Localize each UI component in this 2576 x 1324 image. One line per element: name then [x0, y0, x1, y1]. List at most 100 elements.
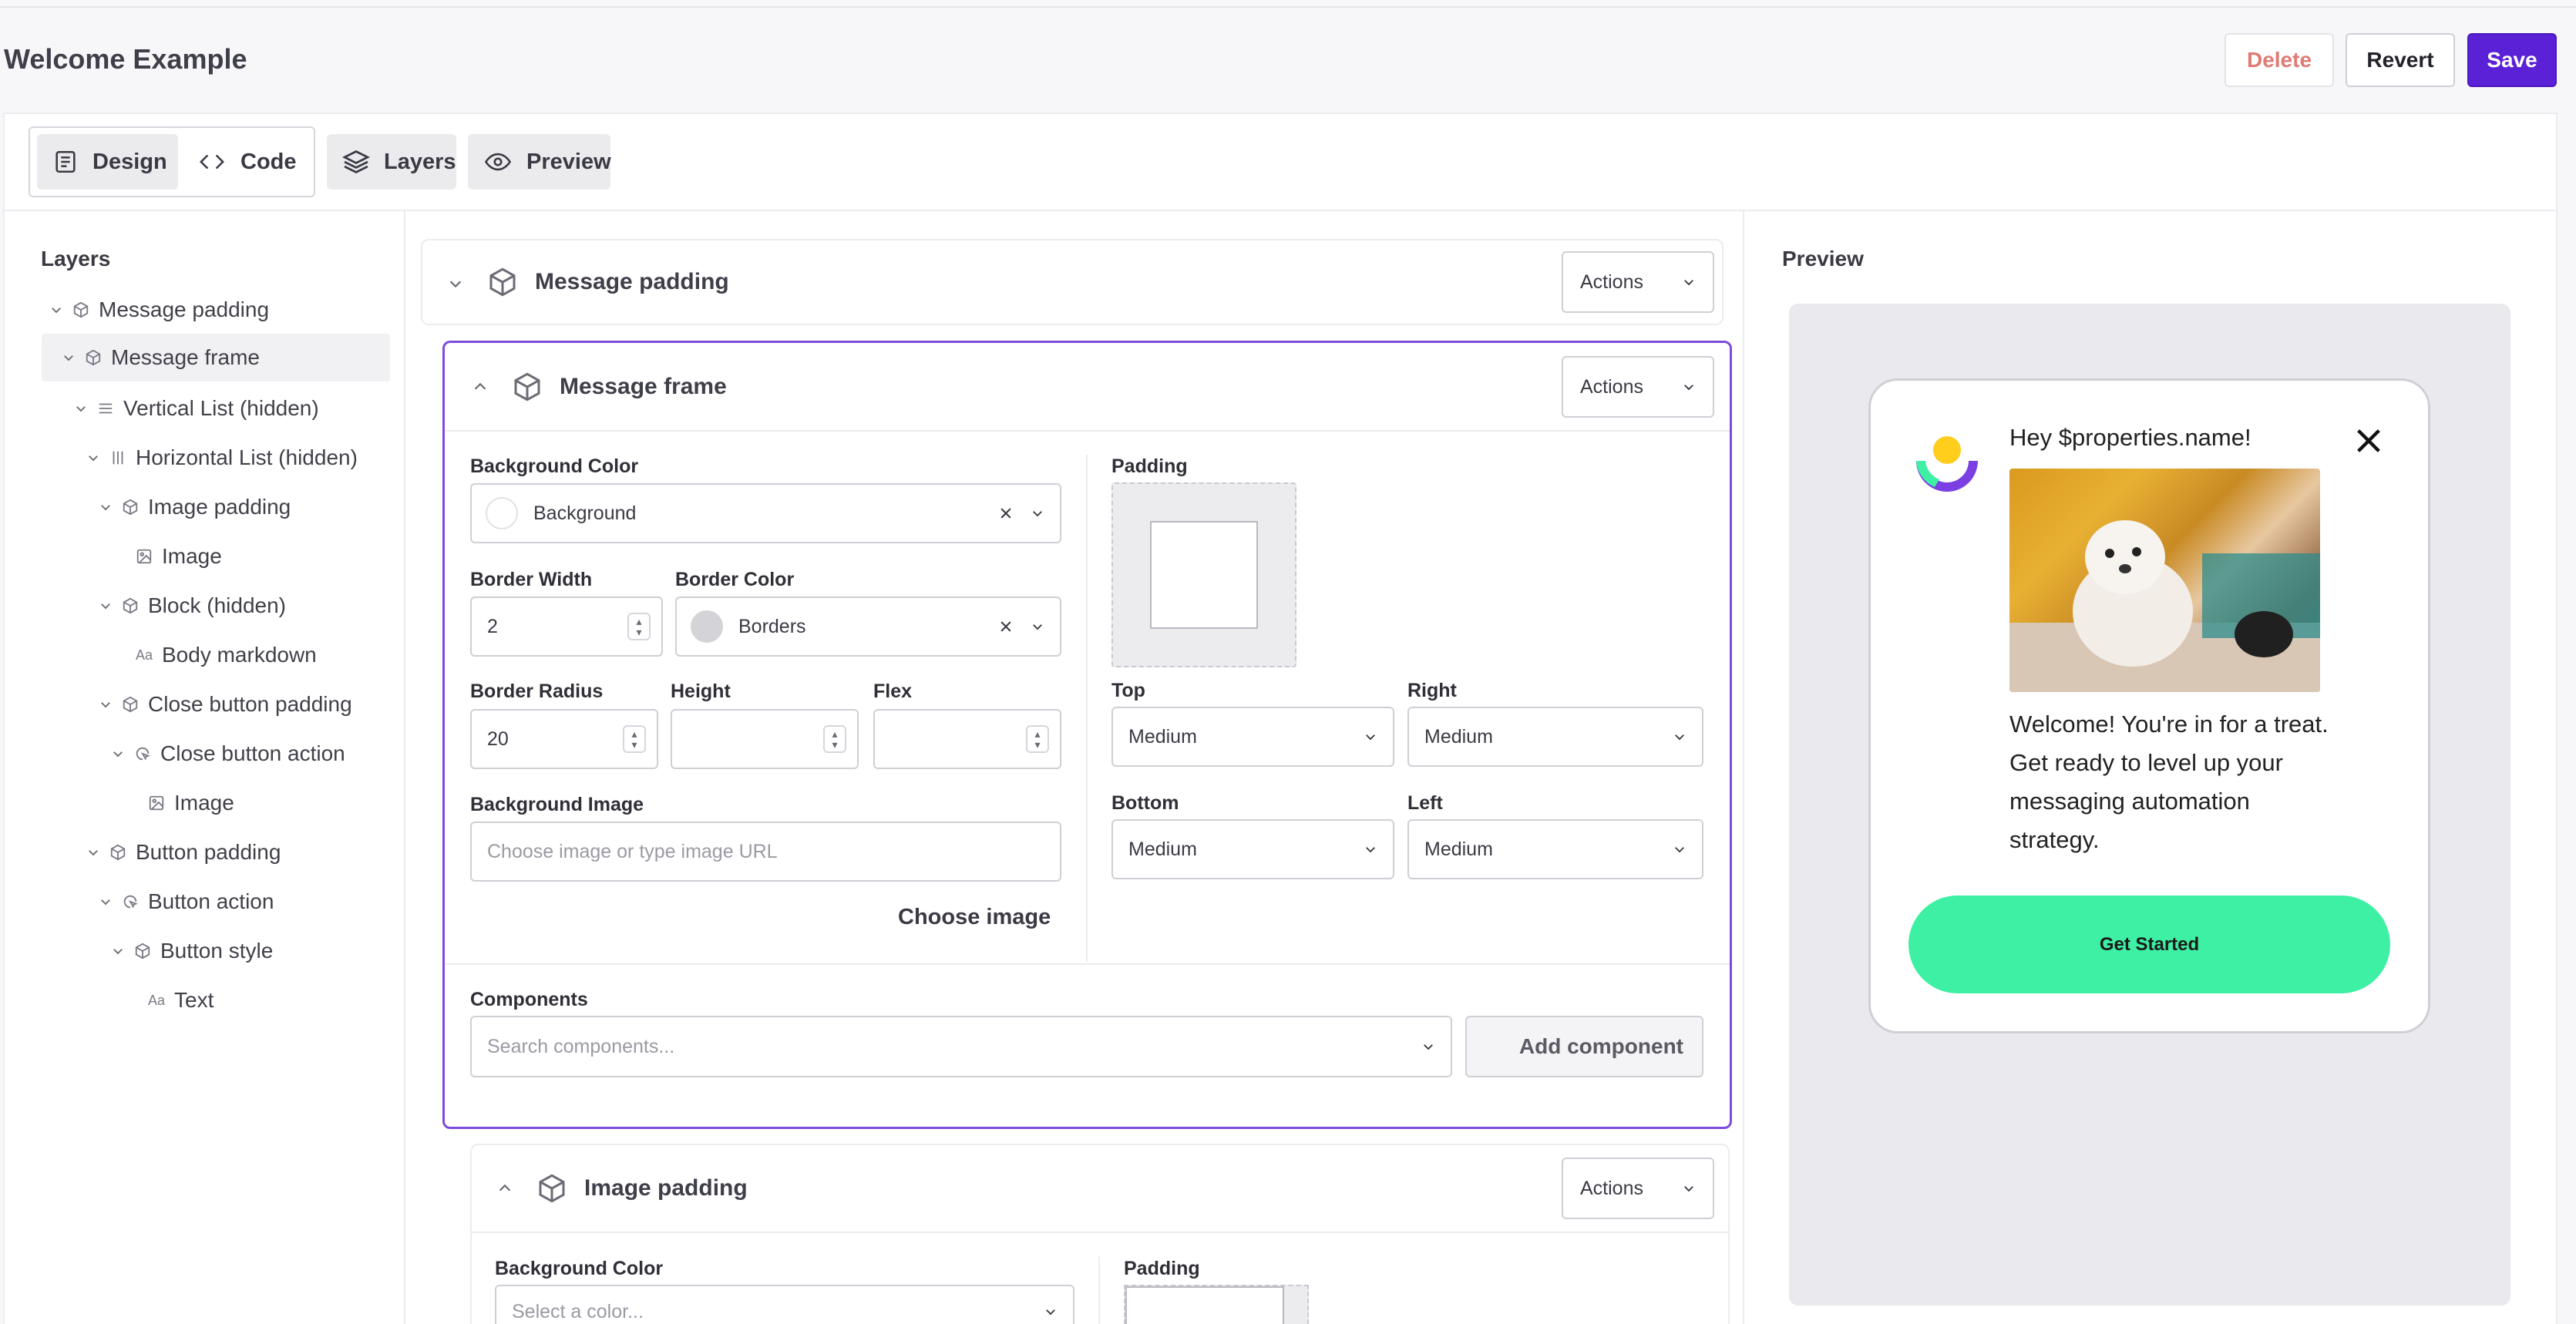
chevron-up-icon[interactable] [496, 1180, 513, 1197]
bottom-select[interactable]: Medium [1111, 819, 1394, 879]
stepper-icon[interactable]: ▴ ▾ [823, 725, 846, 753]
layer-button-style[interactable]: Button style [111, 927, 273, 975]
actions-dropdown[interactable]: Actions [1562, 356, 1714, 418]
choose-image-button[interactable]: Choose image [898, 905, 1051, 930]
chevron-down-icon[interactable] [99, 895, 113, 909]
bg-color-label: Background Color [470, 455, 639, 477]
clear-icon[interactable] [998, 619, 1014, 634]
layer-image-padding[interactable]: Image padding [99, 483, 291, 531]
preview-body: Welcome! You're in for a treat. Get read… [2009, 711, 2329, 853]
chevron-down-icon[interactable] [99, 697, 113, 711]
chevron-down-icon[interactable] [111, 944, 125, 958]
layer-text[interactable]: Aa Text [148, 976, 214, 1024]
layer-label: Button padding [136, 840, 281, 864]
cube-icon [85, 349, 102, 366]
revert-button[interactable]: Revert [2346, 33, 2455, 87]
get-started-button[interactable]: Get Started [1908, 896, 2390, 993]
height-input[interactable]: ▴ ▾ [671, 709, 859, 769]
chevron-down-icon[interactable] [99, 500, 113, 514]
layer-message-frame[interactable]: Message frame [42, 334, 390, 381]
layers-icon [342, 148, 370, 176]
add-component-button[interactable]: Add component [1465, 1016, 1703, 1077]
layer-button-action[interactable]: Button action [99, 878, 274, 926]
columns-icon [109, 449, 126, 466]
components-search[interactable]: Search components... [470, 1016, 1452, 1077]
top-value: Medium [1128, 725, 1197, 748]
tab-layers-label: Layers [384, 149, 456, 174]
padding-inner [1125, 1286, 1284, 1324]
bottom-value: Medium [1128, 838, 1197, 860]
chevron-down-icon[interactable] [86, 451, 100, 465]
padding-box [1124, 1285, 1309, 1324]
border-radius-input[interactable]: 20 ▴ ▾ [470, 709, 658, 769]
delete-button[interactable]: Delete [2225, 33, 2334, 87]
message-frame-title: Message frame [560, 374, 727, 399]
chevron-up-icon[interactable] [472, 378, 489, 395]
chevron-down-icon[interactable] [99, 599, 113, 613]
layer-block[interactable]: Block (hidden) [99, 582, 286, 630]
right-select[interactable]: Medium [1407, 707, 1703, 767]
left-value: Medium [1424, 838, 1493, 860]
bg-color-select[interactable]: Select a color... [495, 1285, 1074, 1324]
actions-dropdown[interactable]: Actions [1562, 1158, 1714, 1219]
page-title: Welcome Example [4, 43, 247, 75]
layer-button-padding[interactable]: Button padding [86, 828, 281, 876]
tab-design[interactable]: Design [37, 134, 178, 190]
add-component-label: Add component [1518, 1034, 1683, 1058]
layer-label: Body markdown [162, 643, 317, 667]
layer-body-markdown[interactable]: Aa Body markdown [136, 631, 317, 679]
chevron-down-icon[interactable] [74, 402, 88, 415]
layer-horizontal-list[interactable]: Horizontal List (hidden) [86, 434, 358, 482]
stepper-icon[interactable]: ▴ ▾ [627, 613, 651, 640]
bg-color-label: Background Color [495, 1258, 664, 1279]
panel-divider [445, 963, 1730, 965]
layer-message-padding[interactable]: Message padding [49, 286, 269, 334]
actions-dropdown[interactable]: Actions [1562, 251, 1714, 313]
chevron-down-icon[interactable] [86, 845, 100, 859]
clear-icon[interactable] [998, 506, 1014, 521]
chevron-down-icon [1682, 1181, 1696, 1195]
bg-color-select[interactable]: Background [470, 483, 1061, 543]
preview-divider [1743, 211, 1744, 1324]
chevron-down-icon[interactable] [49, 303, 63, 317]
border-color-select[interactable]: Borders [675, 596, 1061, 657]
layer-close-button-padding[interactable]: Close button padding [99, 680, 352, 728]
border-width-value: 2 [487, 615, 498, 637]
stepper-icon[interactable]: ▴ ▾ [1026, 725, 1049, 753]
save-button[interactable]: Save [2467, 33, 2557, 87]
left-select[interactable]: Medium [1407, 819, 1703, 879]
chevron-down-icon[interactable] [447, 275, 464, 292]
border-color-label: Border Color [675, 569, 795, 590]
bg-image-input[interactable]: Choose image or type image URL [470, 822, 1061, 882]
border-width-input[interactable]: 2 ▴ ▾ [470, 596, 663, 657]
tab-preview[interactable]: Preview [468, 134, 611, 190]
tab-layers[interactable]: Layers [327, 134, 456, 190]
cube-icon [512, 371, 543, 402]
chevron-down-icon[interactable] [62, 351, 76, 365]
image-padding-title: Image padding [584, 1175, 748, 1201]
layer-close-button-action[interactable]: Close button action [111, 730, 345, 778]
preview-title: Preview [1782, 247, 1864, 271]
tab-code[interactable]: Code [182, 134, 311, 190]
layer-label: Button action [148, 889, 274, 913]
layer-image[interactable]: Image [136, 533, 222, 580]
close-icon[interactable] [2353, 425, 2384, 456]
left-label: Left [1407, 792, 1443, 814]
code-icon [197, 149, 227, 175]
padding-box [1111, 482, 1296, 667]
stepper-icon[interactable]: ▴ ▾ [623, 725, 646, 753]
components-placeholder: Search components... [487, 1035, 675, 1057]
flex-label: Flex [873, 680, 913, 702]
layer-vertical-list[interactable]: Vertical List (hidden) [74, 385, 319, 432]
chevron-down-icon[interactable] [111, 747, 125, 761]
bottom-label: Bottom [1111, 792, 1179, 814]
top-select[interactable]: Medium [1111, 707, 1394, 767]
layer-close-image[interactable]: Image [148, 779, 234, 827]
tab-code-label: Code [240, 149, 297, 174]
chevron-down-icon [1044, 1305, 1058, 1319]
brand-logo-icon [1912, 433, 1982, 492]
flex-input[interactable]: ▴ ▾ [873, 709, 1061, 769]
chevron-down-icon [1673, 842, 1687, 856]
height-label: Height [671, 680, 731, 702]
select-color-placeholder: Select a color... [512, 1300, 644, 1322]
